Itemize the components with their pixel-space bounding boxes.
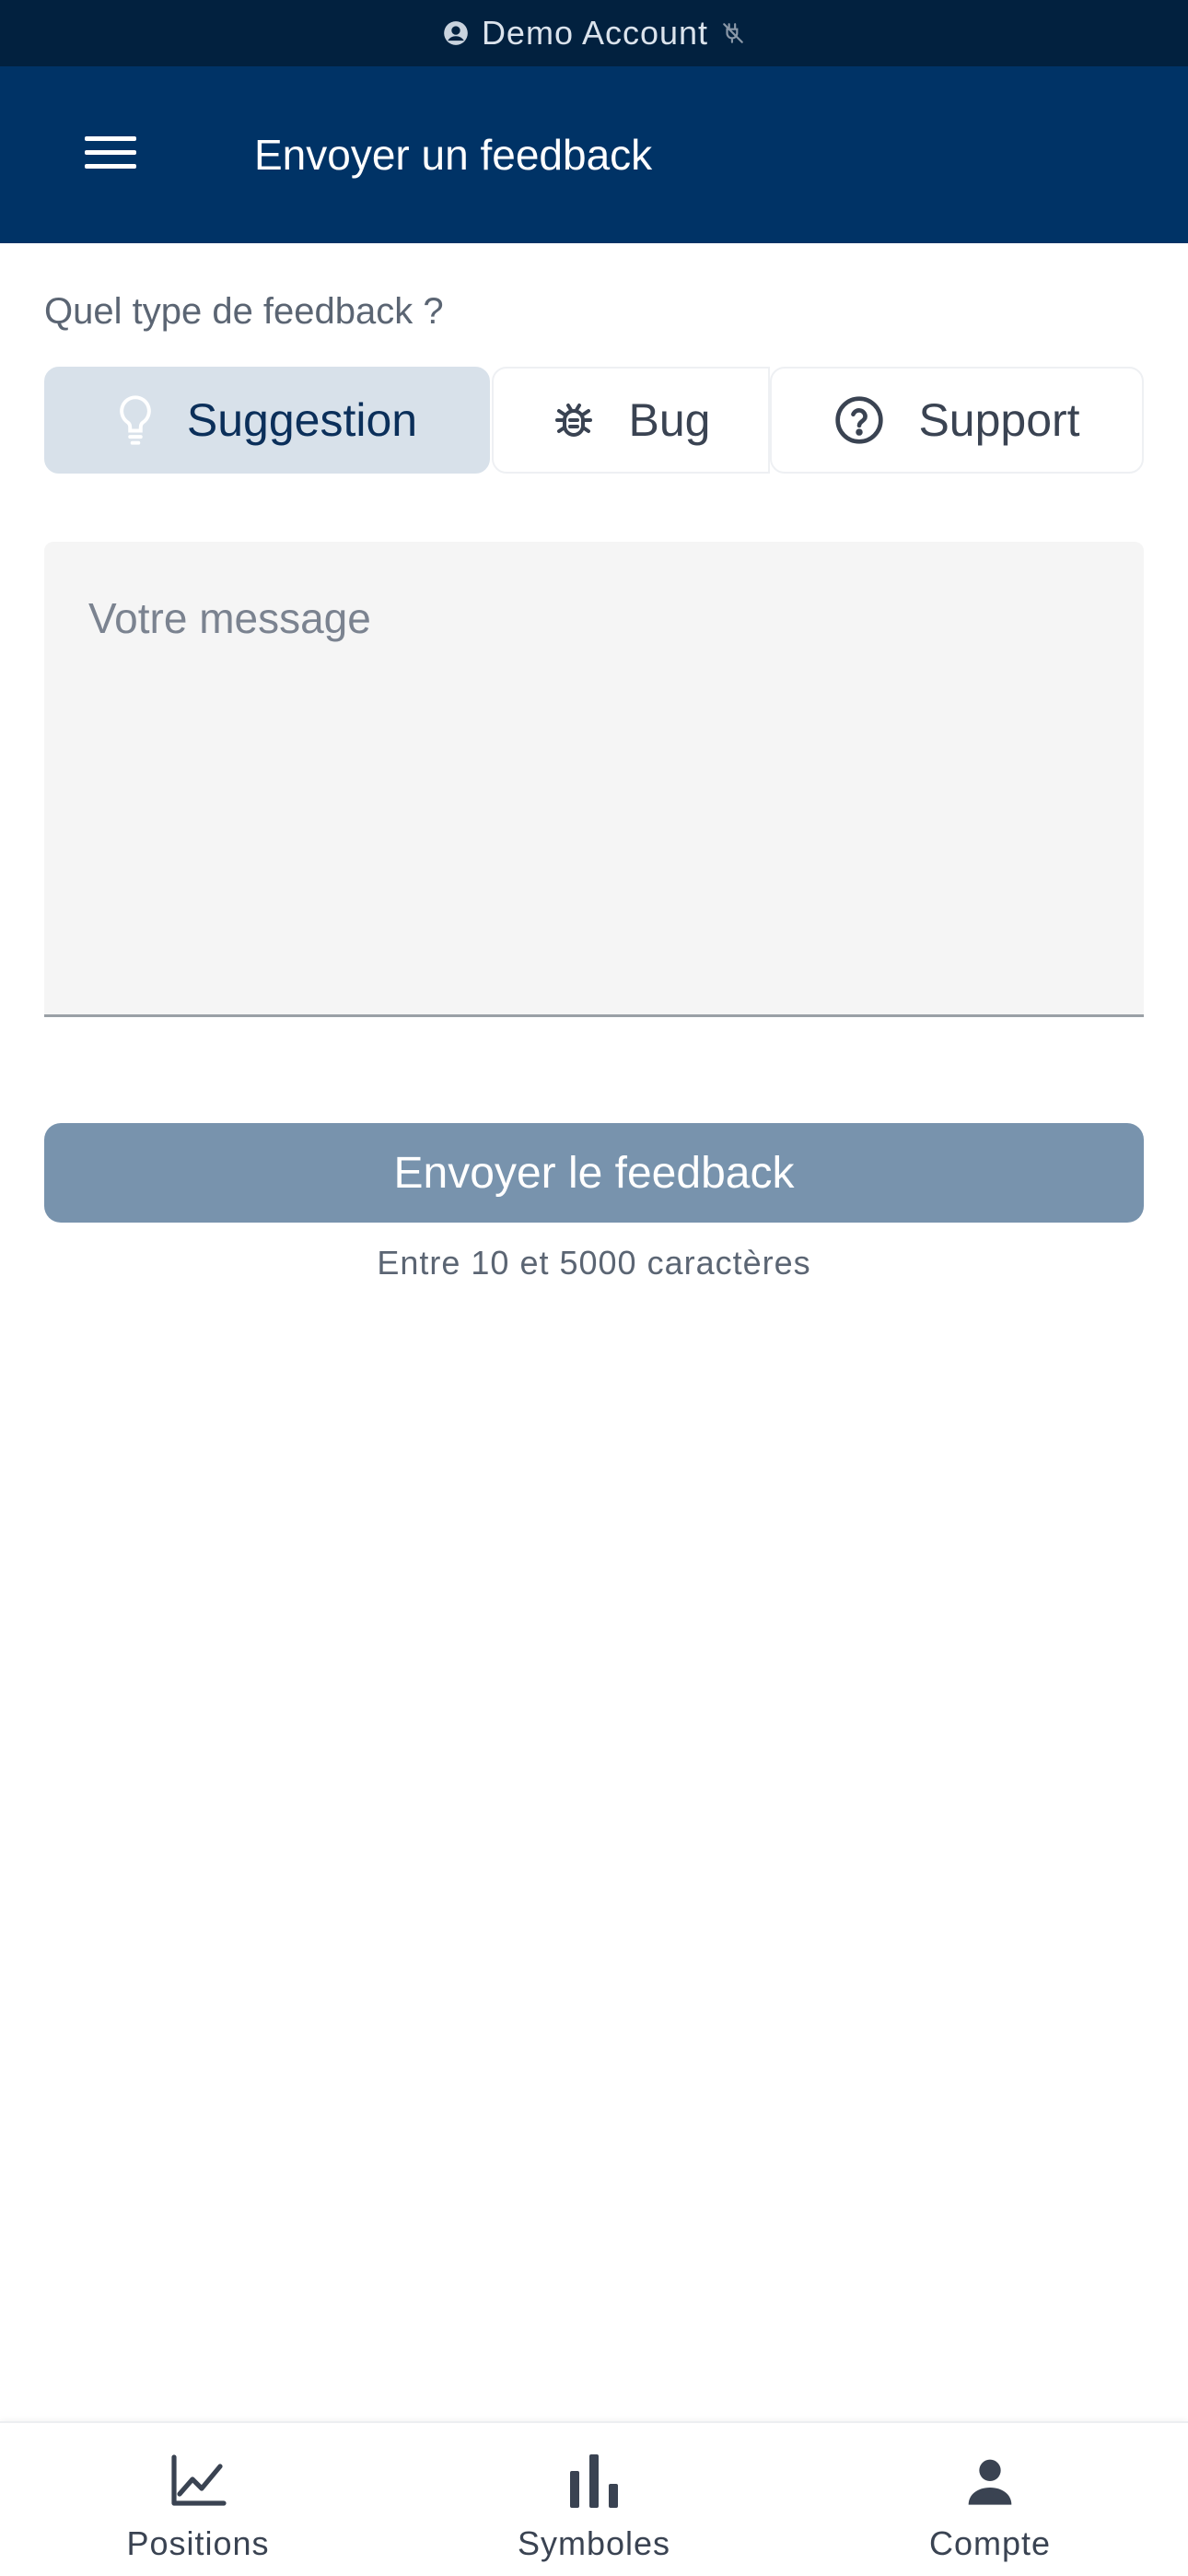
type-suggestion-button[interactable]: Suggestion [44, 367, 490, 474]
message-input[interactable] [44, 542, 1144, 1017]
offline-icon [721, 21, 745, 45]
bug-icon [552, 398, 596, 442]
type-support-label: Support [918, 394, 1080, 446]
character-limit-hint: Entre 10 et 5000 caractères [377, 1244, 811, 1282]
lightbulb-icon [117, 394, 154, 446]
nav-item-positions[interactable]: Positions [0, 2423, 396, 2576]
hamburger-menu-icon [85, 135, 136, 176]
type-bug-button[interactable]: Bug [492, 367, 770, 474]
help-circle-icon [833, 394, 885, 446]
type-bug-label: Bug [628, 394, 711, 446]
menu-button[interactable] [74, 122, 147, 188]
person-icon [964, 2451, 1016, 2512]
feedback-type-selector: Suggestion Bug Support [44, 367, 1144, 474]
account-circle-icon [443, 20, 469, 46]
chart-line-icon [169, 2451, 227, 2512]
status-bar: Demo Account [0, 0, 1188, 66]
bottom-navigation: Positions Symboles Compte [0, 2421, 1188, 2576]
app-bar: Envoyer un feedback [0, 66, 1188, 243]
nav-item-symboles[interactable]: Symboles [396, 2423, 792, 2576]
type-suggestion-label: Suggestion [186, 394, 418, 446]
nav-label-symboles: Symboles [517, 2524, 671, 2562]
account-label: Demo Account [481, 14, 709, 52]
page-title: Envoyer un feedback [254, 131, 653, 179]
nav-item-compte[interactable]: Compte [792, 2423, 1188, 2576]
nav-label-compte: Compte [928, 2524, 1052, 2562]
nav-label-positions: Positions [126, 2524, 270, 2562]
type-support-button[interactable]: Support [770, 367, 1144, 474]
bar-chart-icon [566, 2451, 622, 2512]
submit-feedback-button[interactable]: Envoyer le feedback [44, 1123, 1144, 1223]
feedback-type-label: Quel type de feedback ? [44, 291, 444, 332]
